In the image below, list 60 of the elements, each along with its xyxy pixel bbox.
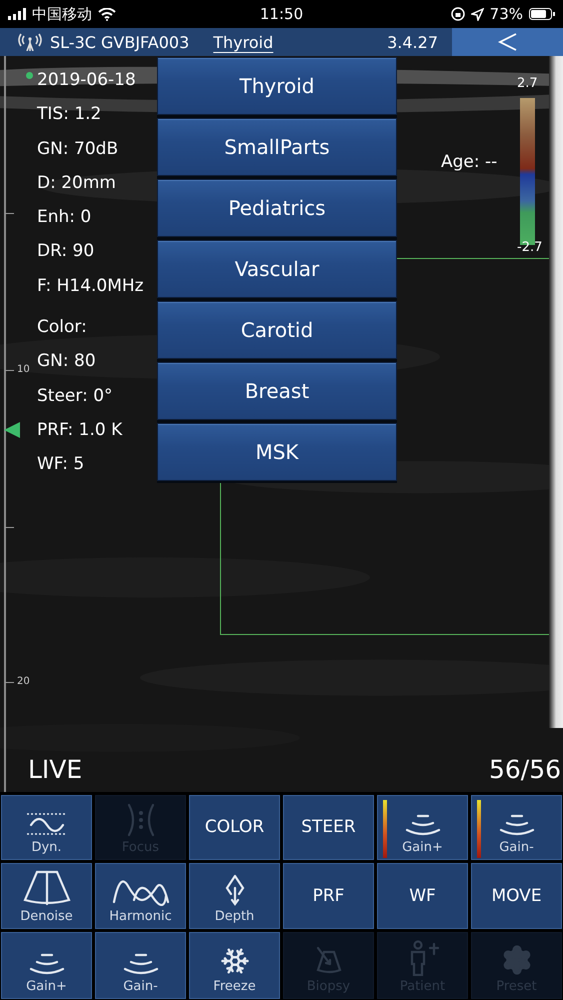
- info-text: D: 20mm: [37, 172, 117, 195]
- control-button[interactable]: Freeze: [189, 932, 280, 999]
- control-button[interactable]: Dyn.: [1, 795, 92, 860]
- depth-mark: 10: [17, 364, 30, 375]
- location-arrow-icon: [470, 8, 484, 20]
- probe-arrow-icon: [314, 946, 344, 976]
- device-name: SL-3C GVBJFA003: [50, 32, 190, 52]
- scale-max: 2.7: [517, 76, 538, 91]
- info-text: TIS: 1.2: [37, 103, 102, 126]
- menu-item[interactable]: MSK: [157, 423, 397, 481]
- battery-icon: [529, 8, 556, 20]
- battery-percent: 73%: [490, 5, 524, 23]
- carrier-name: 中国移动: [32, 4, 92, 24]
- app-version: 3.4.27: [387, 32, 438, 52]
- antenna-icon: [18, 33, 42, 51]
- info-text: 2019-06-18: [37, 69, 137, 92]
- control-button[interactable]: WF: [377, 862, 468, 930]
- menu-item[interactable]: SmallParts: [157, 118, 397, 176]
- control-button[interactable]: COLOR: [189, 795, 280, 860]
- back-button[interactable]: [452, 28, 563, 56]
- control-button[interactable]: Gain-: [95, 932, 186, 999]
- control-button[interactable]: PRF: [283, 862, 374, 930]
- control-button[interactable]: Gain+: [377, 795, 468, 860]
- info-text: GN: 70dB: [37, 138, 120, 161]
- menu-item[interactable]: Pediatrics: [157, 179, 397, 237]
- mode-label: LIVE: [28, 755, 82, 784]
- control-button[interactable]: MOVE: [471, 862, 562, 930]
- patient-age: Age: --: [441, 152, 498, 172]
- gain-level-bar: [383, 800, 387, 858]
- back-icon: [498, 32, 518, 52]
- gain-level-bar: [477, 800, 481, 858]
- wifi-icon: [98, 8, 116, 20]
- fan-icon: [22, 870, 70, 906]
- rotation-lock-icon: [450, 7, 465, 21]
- info-text: Enh: 0: [37, 206, 92, 230]
- menu-item[interactable]: Vascular: [157, 240, 397, 298]
- signal-icon: [8, 8, 26, 20]
- info-text: GN: 80: [37, 350, 97, 374]
- info-text: WF: 5: [37, 453, 86, 476]
- info-text: Steer: 0°: [37, 384, 114, 408]
- settings-icon: [500, 944, 532, 976]
- focus-marker-icon: [4, 422, 20, 438]
- info-text: F: H14.0MHz: [37, 274, 144, 298]
- control-button[interactable]: Harmonic: [95, 862, 186, 930]
- info-text: Color:: [37, 316, 88, 340]
- control-button[interactable]: Gain+: [1, 932, 92, 999]
- snowflake-icon: [220, 946, 250, 976]
- depth-mark: 20: [17, 676, 30, 687]
- clock-time: 11:50: [260, 5, 304, 23]
- frame-counter: 56/56: [488, 755, 561, 784]
- control-button[interactable]: STEER: [283, 795, 374, 860]
- menu-item[interactable]: Thyroid: [157, 57, 397, 115]
- info-text: PRF: 1.0 K: [37, 418, 124, 442]
- control-button[interactable]: Depth: [189, 862, 280, 930]
- control-button[interactable]: Gain-: [471, 795, 562, 860]
- preset-title[interactable]: Thyroid: [213, 32, 274, 52]
- menu-item[interactable]: Breast: [157, 362, 397, 420]
- control-button[interactable]: Denoise: [1, 862, 92, 930]
- menu-item[interactable]: Carotid: [157, 301, 397, 359]
- info-text: DR: 90: [37, 240, 96, 264]
